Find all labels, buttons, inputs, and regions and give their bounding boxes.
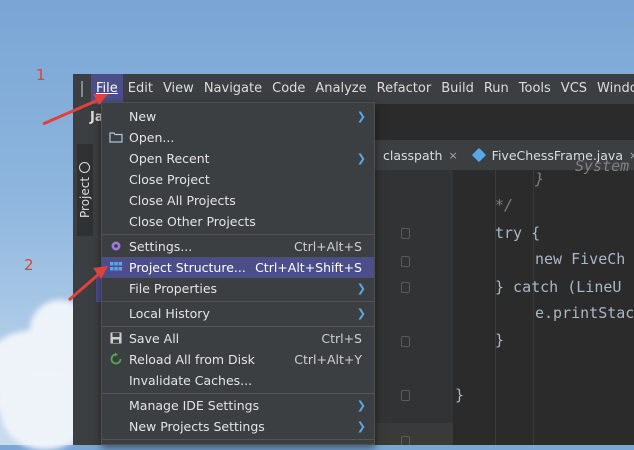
- menu-separator: [102, 301, 374, 302]
- submenu-arrow-icon: ❯: [356, 152, 366, 165]
- fold-icon[interactable]: [401, 256, 410, 267]
- menu-item-label: Close Project: [129, 172, 210, 187]
- project-folder-icon: [79, 161, 91, 173]
- menu-tools[interactable]: Tools: [514, 74, 556, 104]
- project-structure-icon: [110, 262, 123, 271]
- fold-icon[interactable]: [401, 336, 410, 347]
- menu-navigate[interactable]: Navigate: [199, 74, 267, 104]
- menu-shortcut: Ctrl+Alt+Y: [294, 352, 362, 367]
- fold-icon[interactable]: [401, 390, 410, 401]
- submenu-arrow-icon: ❯: [356, 307, 366, 320]
- menu-item-label: Save All: [129, 331, 180, 346]
- code-line: new FiveCh: [535, 250, 626, 268]
- submenu-arrow-icon: ❯: [356, 110, 366, 123]
- menu-shortcut: Ctrl+Alt+Shift+S: [255, 260, 362, 275]
- java-class-icon: [471, 147, 486, 163]
- menu-item-new-projects-settings[interactable]: New Projects Settings ❯: [102, 416, 374, 437]
- menu-item-project-structure[interactable]: Project Structure... Ctrl+Alt+Shift+S: [102, 257, 374, 278]
- editor-gutter: [375, 170, 453, 445]
- menu-shortcut: Ctrl+S: [321, 331, 362, 346]
- menu-item-local-history[interactable]: Local History ❯: [102, 303, 374, 324]
- menu-build[interactable]: Build: [436, 74, 479, 104]
- save-icon: [110, 332, 122, 344]
- menu-separator: [102, 393, 374, 394]
- submenu-arrow-icon: ❯: [356, 420, 366, 433]
- project-tab-label: Project: [78, 176, 92, 219]
- file-menu-dropdown: New ❯ Open... Open Recent ❯ Close Projec…: [101, 102, 375, 445]
- menu-item-open[interactable]: Open...: [102, 127, 374, 148]
- code-editor[interactable]: System } */ try { new FiveCh } catch (Li…: [375, 157, 634, 445]
- menu-separator: [102, 326, 374, 327]
- menu-item-settings[interactable]: Settings... Ctrl+Alt+S: [102, 236, 374, 257]
- menu-item-invalidate-caches[interactable]: Invalidate Caches...: [102, 370, 374, 391]
- submenu-arrow-icon: ❯: [356, 282, 366, 295]
- menu-item-new[interactable]: New ❯: [102, 106, 374, 127]
- submenu-arrow-icon: ❯: [356, 399, 366, 412]
- menu-file[interactable]: File: [91, 74, 123, 104]
- menu-item-manage-ide-settings[interactable]: Manage IDE Settings ❯: [102, 395, 374, 416]
- project-tool-tab[interactable]: Project: [77, 144, 93, 236]
- annotation-step-2: 2: [24, 256, 34, 274]
- menu-item-label: Open...: [129, 130, 175, 145]
- menu-item-label: New Projects Settings: [129, 419, 265, 434]
- tab-label: classpath: [383, 147, 443, 163]
- menu-run[interactable]: Run: [479, 74, 514, 104]
- reload-icon: [110, 352, 122, 365]
- code-line: try {: [495, 224, 541, 242]
- menu-item-label: Local History: [129, 306, 210, 321]
- menu-item-label: Invalidate Caches...: [129, 373, 253, 388]
- code-line: }: [455, 386, 465, 404]
- close-icon[interactable]: ×: [448, 149, 457, 162]
- menu-refactor[interactable]: Refactor: [372, 74, 437, 104]
- menu-code[interactable]: Code: [267, 74, 310, 104]
- menu-item-label: Open Recent: [129, 151, 210, 166]
- menu-item-close-all-projects[interactable]: Close All Projects: [102, 190, 374, 211]
- fold-icon[interactable]: [401, 436, 410, 445]
- menu-vcs[interactable]: VCS: [556, 74, 592, 104]
- menu-item-label: Settings...: [129, 239, 193, 254]
- menu-bar: File Edit View Navigate Code Analyze Ref…: [73, 74, 634, 104]
- tab-classpath[interactable]: classpath ×: [375, 140, 466, 170]
- tool-window-strip: Project: [73, 104, 96, 445]
- code-line: e.printStac: [535, 304, 634, 322]
- menu-item-label: New: [129, 109, 157, 124]
- menu-item-close-other-projects[interactable]: Close Other Projects: [102, 211, 374, 232]
- menu-item-close-project[interactable]: Close Project: [102, 169, 374, 190]
- menu-edit[interactable]: Edit: [123, 74, 158, 104]
- close-icon[interactable]: ×: [629, 149, 634, 162]
- current-line-highlight: [375, 423, 453, 445]
- code-line: } catch (LineU: [495, 278, 622, 296]
- code-line: }: [495, 331, 505, 349]
- menu-shortcut: Ctrl+Alt+S: [293, 239, 362, 254]
- menu-item-label: File Properties: [129, 281, 218, 296]
- menu-item-label: Reload All from Disk: [129, 352, 255, 367]
- menu-analyze[interactable]: Analyze: [310, 74, 371, 104]
- gear-icon: [111, 241, 121, 251]
- menu-item-open-recent[interactable]: Open Recent ❯: [102, 148, 374, 169]
- code-line: }: [535, 170, 545, 188]
- menu-separator: [102, 439, 374, 440]
- code-line: System: [575, 157, 630, 175]
- menu-item-save-all[interactable]: Save All Ctrl+S: [102, 328, 374, 349]
- menu-item-label: Close All Projects: [129, 193, 236, 208]
- indent-guide: [533, 170, 534, 445]
- fold-icon[interactable]: [401, 282, 410, 293]
- menu-item-label: Close Other Projects: [129, 214, 256, 229]
- menu-item-file-properties[interactable]: File Properties ❯: [102, 278, 374, 299]
- menu-item-reload-all[interactable]: Reload All from Disk Ctrl+Alt+Y: [102, 349, 374, 370]
- code-line: */: [495, 196, 514, 214]
- fold-icon[interactable]: [401, 228, 410, 239]
- menu-item-label: Manage IDE Settings: [129, 398, 260, 413]
- menu-window[interactable]: Windo: [592, 74, 634, 104]
- folder-icon: [109, 132, 123, 143]
- menu-view[interactable]: View: [158, 74, 199, 104]
- intellij-logo-icon: [81, 81, 83, 97]
- annotation-step-1: 1: [36, 66, 46, 84]
- menu-item-label: Project Structure...: [129, 260, 246, 275]
- menu-separator: [102, 234, 374, 235]
